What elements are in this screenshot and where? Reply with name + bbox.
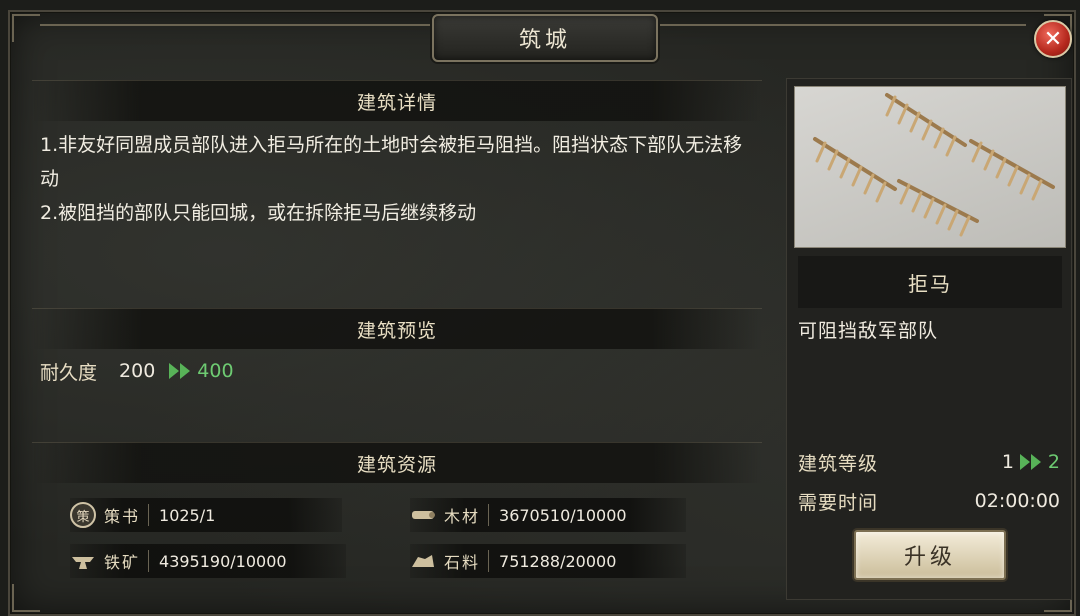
dialog-title: 筑城 bbox=[432, 14, 658, 62]
frame-corner bbox=[12, 584, 40, 612]
resource-name: 铁矿 bbox=[104, 553, 141, 572]
close-button[interactable]: ✕ bbox=[1034, 20, 1072, 58]
double-chevron-right-icon bbox=[1019, 454, 1042, 470]
resource-item-wood: 木材 3670510/10000 bbox=[410, 498, 686, 532]
resource-value: 4395190/10000 bbox=[159, 551, 287, 571]
title-ornament-left bbox=[40, 24, 430, 26]
details-line: 2.被阻挡的部队只能回城，或在拆除拒马后继续移动 bbox=[40, 202, 477, 224]
level-next: 2 bbox=[1047, 451, 1060, 473]
building-name: 拒马 bbox=[798, 256, 1062, 308]
resource-name: 策书 bbox=[104, 507, 141, 526]
durability-row: 耐久度 200 400 bbox=[40, 355, 234, 387]
details-line: 1.非友好同盟成员部队进入拒马所在的土地时会被拒马阻挡。阻挡状态下部队无法移动 bbox=[40, 134, 743, 190]
resource-value: 3670510/10000 bbox=[499, 505, 627, 525]
close-icon: ✕ bbox=[1043, 26, 1063, 52]
section-heading-details: 建筑详情 bbox=[32, 80, 762, 121]
divider bbox=[488, 504, 490, 526]
resource-item-iron: 铁矿 4395190/10000 bbox=[70, 544, 346, 578]
wood-icon bbox=[410, 502, 436, 528]
divider bbox=[148, 550, 150, 572]
resource-name: 木材 bbox=[444, 507, 481, 526]
iron-icon bbox=[70, 548, 96, 574]
durability-next: 400 bbox=[197, 360, 234, 382]
resource-name: 石料 bbox=[444, 553, 481, 572]
stone-icon bbox=[410, 548, 436, 574]
level-label: 建筑等级 bbox=[798, 452, 879, 475]
durability-label: 耐久度 bbox=[40, 361, 98, 384]
section-heading-preview: 建筑预览 bbox=[32, 308, 762, 349]
title-ornament-right bbox=[656, 24, 1026, 26]
time-value: 02:00:00 bbox=[974, 490, 1060, 512]
resource-value: 751288/20000 bbox=[499, 551, 617, 571]
durability-current: 200 bbox=[119, 360, 156, 382]
building-description: 可阻挡敌军部队 bbox=[798, 320, 939, 342]
upgrade-button[interactable]: 升级 bbox=[854, 530, 1006, 580]
divider bbox=[148, 504, 150, 526]
resource-value: 1025/1 bbox=[159, 505, 216, 525]
resource-item-book: 策 策书 1025/1 bbox=[70, 498, 342, 532]
frame-corner bbox=[12, 14, 40, 42]
section-heading-resources: 建筑资源 bbox=[32, 442, 762, 483]
level-current: 1 bbox=[1001, 451, 1014, 473]
time-label: 需要时间 bbox=[798, 491, 879, 514]
level-value: 1 2 bbox=[1002, 451, 1060, 473]
cheval-de-frise-fence-icon bbox=[813, 93, 1055, 237]
divider bbox=[488, 550, 490, 572]
building-preview-image bbox=[794, 86, 1066, 248]
building-level-row: 建筑等级 1 2 bbox=[798, 447, 1060, 477]
build-time-row: 需要时间 02:00:00 bbox=[798, 486, 1060, 516]
details-text: 1.非友好同盟成员部队进入拒马所在的土地时会被拒马阻挡。阻挡状态下部队无法移动 … bbox=[40, 128, 760, 230]
resource-item-stone: 石料 751288/20000 bbox=[410, 544, 686, 578]
book-icon: 策 bbox=[70, 502, 96, 528]
double-chevron-right-icon bbox=[169, 363, 191, 379]
